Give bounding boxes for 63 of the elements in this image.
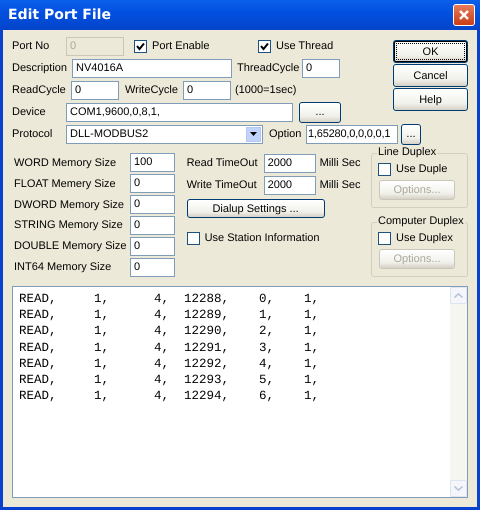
checkbox[interactable] [258, 40, 271, 52]
close-button[interactable] [453, 4, 475, 26]
browse-button[interactable]: ... [401, 124, 421, 144]
browse-button[interactable]: ... [299, 102, 341, 122]
memory-size-field[interactable]: 0 [130, 236, 175, 256]
script-line: READ, 1, 4, 12290, 2, 1, [19, 323, 320, 340]
device-field[interactable]: COM1,9600,0,8,1, [66, 102, 293, 122]
checkbox[interactable] [186, 232, 200, 244]
checkbox-label: Port Enable [152, 40, 210, 52]
group-title: Line Duplex [377, 146, 438, 158]
memory-size-field[interactable]: 0 [130, 174, 175, 194]
read-cycle-field[interactable]: 0 [71, 80, 119, 100]
script-line: READ, 1, 4, 12288, 0, 1, [19, 291, 320, 308]
memory-size-field[interactable]: 0 [130, 216, 175, 235]
field-label: INT64 Memory Size [14, 261, 112, 274]
timeout-field[interactable]: 2000 [264, 176, 316, 194]
group-title: Computer Duplex [377, 215, 465, 227]
memory-size-field[interactable]: 0 [130, 258, 175, 277]
window-title: Edit Port File [8, 7, 111, 23]
unit-label: Milli Sec [320, 157, 361, 169]
dialup-settings-button[interactable]: Dialup Settings ... [186, 199, 325, 218]
dialog-button[interactable]: Cancel [393, 64, 468, 87]
field-label: Device [12, 106, 47, 118]
field-label: ReadCycle [12, 84, 67, 96]
field-label: Protocol [12, 128, 54, 140]
thread-cycle-field[interactable]: 0 [302, 58, 340, 78]
script-text-area[interactable]: READ, 1, 4, 12288, 0, 1, READ, 1, 4, 12289, 1, 1, READ, 1, 4, 12290, 2, 1, READ, 1, 4, 12291, 3, 1, READ, 1, 4, 12292, 4, 1, READ, 1, 4, 12293, 5, 1, READ, 1, 4, 12294, 6, 1, [12, 286, 468, 498]
script-line: READ, 1, 4, 12293, 5, 1, [19, 372, 320, 388]
close-icon [458, 9, 470, 21]
unit-label: Milli Sec [320, 179, 361, 191]
timeout-field[interactable]: 2000 [264, 154, 316, 172]
description-field[interactable]: NV4016A [72, 58, 232, 78]
field-label: WriteCycle [125, 84, 179, 96]
field-label: ThreadCycle [237, 62, 300, 74]
field-label: DOUBLE Memory Size [14, 240, 128, 252]
field-label: Port No [12, 40, 50, 52]
script-line: READ, 1, 4, 12291, 3, 1, [19, 340, 320, 356]
field-label: WORD Memory Size [14, 156, 118, 169]
protocol-dropdown[interactable]: DLL-MODBUS2 [66, 124, 263, 144]
checkbox[interactable] [378, 162, 391, 176]
dialog-button[interactable]: Help [393, 88, 468, 111]
field-label: Write TimeOut [186, 179, 258, 191]
script-line: READ, 1, 4, 12289, 1, 1, [19, 307, 320, 324]
checkbox-label: Use Thread [276, 40, 334, 52]
checkbox[interactable] [378, 232, 391, 244]
cycle-note: (1000=1sec) [235, 84, 296, 96]
memory-size-field[interactable]: 100 [130, 153, 175, 172]
option-field[interactable]: 1,65280,0,0,0,0,1 [306, 124, 398, 144]
script-line: READ, 1, 4, 12294, 6, 1, [19, 388, 320, 404]
checkbox[interactable] [134, 40, 147, 52]
script-line: READ, 1, 4, 12292, 4, 1, [19, 356, 320, 372]
field-label: DWORD Memory Size [14, 198, 126, 211]
field-label: Description [12, 62, 68, 74]
checkbox-label: Use Duplex [396, 232, 453, 244]
checkbox-label: Use Station Information [204, 232, 320, 244]
field-label: FLOAT Memery Size [14, 178, 117, 190]
field-label: Read TimeOut [186, 157, 258, 169]
memory-size-field[interactable]: 0 [130, 195, 175, 214]
field-label: Option [269, 128, 302, 140]
dialog-button[interactable]: OK [393, 40, 468, 63]
checkbox-label: Use Duple [396, 163, 448, 175]
write-cycle-field[interactable]: 0 [183, 80, 231, 100]
field-label: STRING Memory Size [14, 219, 124, 232]
